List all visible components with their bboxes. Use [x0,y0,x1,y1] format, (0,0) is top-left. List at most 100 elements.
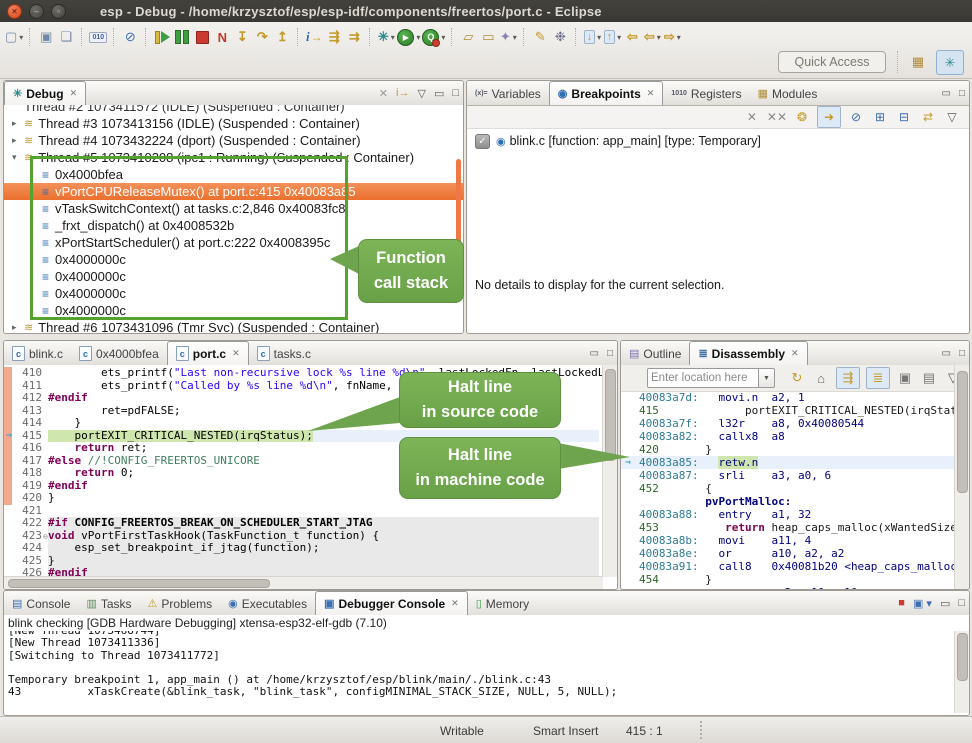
window-close-icon[interactable]: ✕ [7,4,22,19]
close-icon[interactable]: ✕ [451,598,459,609]
show-debug-context-button[interactable]: i→ [305,27,323,47]
disassembly-line[interactable]: 40083a8b: movi a11, 4 [621,534,955,547]
console-vscroll-thumb[interactable] [957,633,968,681]
save-button[interactable]: ▣ [37,27,55,47]
terminate-console-button[interactable]: ■ [898,597,905,609]
close-icon[interactable]: ✕ [791,348,799,359]
disassembly-line[interactable]: 40083a91: call8 0x40081b20 <heap_caps_ma… [621,560,955,573]
tree-row-clipped[interactable]: Thread #2 1073411572 (IDLE) (Suspended :… [4,105,463,115]
disassembly-line[interactable]: 40083a8e: or a10, a2, a2 [621,547,955,560]
step-into-button[interactable]: ↧ [233,27,251,47]
profile-button[interactable]: Q▾ [422,27,445,47]
step-over-button[interactable]: ↷ [253,27,271,47]
disassembly-line[interactable]: pvPortMalloc: [621,495,955,508]
show-source-icon[interactable]: ≣ [866,367,890,389]
tab-executables[interactable]: ◉Executables [220,592,315,615]
editor-line[interactable]: 425} [4,555,617,568]
new-project-button[interactable]: ▱ [459,27,477,47]
show-debug-context-icon[interactable]: i→ [396,87,409,99]
tab-memory[interactable]: ▯Memory [468,592,537,615]
console-vscrollbar[interactable] [954,631,969,713]
stack-frame-row[interactable]: ≡_frxt_dispatch() at 0x4008532b [4,217,463,234]
skip-all-breakpoints-button[interactable]: ⊘ [847,107,865,127]
open-project-button[interactable]: ▭ [479,27,497,47]
tab-port-c[interactable]: cport.c✕ [167,341,249,365]
location-input[interactable]: Enter location here [647,368,759,388]
collapse-all-button[interactable]: ⊟ [895,107,913,127]
disassembly-line[interactable]: 452 { [621,482,955,495]
maximize-icon[interactable]: □ [607,348,613,359]
tab-variables[interactable]: (x)=Variables [467,82,549,105]
line-number[interactable]: 414 [12,417,48,430]
pin-view-icon[interactable]: ▤ [920,368,938,388]
terminate-button[interactable] [193,27,211,47]
editor-line[interactable]: 423void vPortFirstTaskHook(TaskFunction_… [4,530,617,543]
tree-expand-icon[interactable]: ▸ [12,118,24,129]
skip-all-breakpoints-button[interactable]: ⊘ [121,27,139,47]
previous-annotation-button[interactable]: ↑▾ [603,27,621,47]
open-perspective-button[interactable]: ▦ [905,50,931,73]
disassembly-line[interactable]: or a2, a10, a10 [621,586,955,589]
minimize-icon[interactable]: ▭ [942,88,951,99]
search-button[interactable]: ❉ [551,27,569,47]
last-edit-location-button[interactable]: ⇦ [623,27,641,47]
disassembly-listing[interactable]: 40083a7d: movi.n a2, 1415 portEXIT_CRITI… [621,391,955,589]
disassembly-line[interactable]: 40083a88: entry a1, 32 [621,508,955,521]
save-all-button[interactable]: ❏ [57,27,75,47]
editor-hscroll-thumb[interactable] [8,579,270,588]
breakpoint-checkbox[interactable]: ✓ [475,134,490,149]
new-file-button[interactable]: ✎ [531,27,549,47]
disassembly-line[interactable]: 40083a82: callx8 a8 [621,430,955,443]
breakpoint-row[interactable]: ✓ ◉ blink.c [function: app_main] [type: … [475,132,969,150]
suspend-button[interactable] [173,27,191,47]
editor-line[interactable]: 424 esp_set_breakpoint_if_jtag(function)… [4,542,617,555]
minimize-icon[interactable]: ▭ [590,348,599,359]
forward-button[interactable]: ⇨▾ [663,27,681,47]
editor-line[interactable]: 421 [4,505,617,518]
remove-breakpoint-button[interactable]: ✕ [743,107,761,127]
disassembly-line[interactable]: 40083a85: retw.n⇒ [621,456,955,469]
tab-outline[interactable]: ▤Outline [621,342,689,365]
tab-console[interactable]: ▤Console [4,592,78,615]
tab-breakpoints[interactable]: ◉Breakpoints✕ [549,81,664,105]
tree-expand-icon[interactable]: ▸ [12,135,24,146]
window-minimize-icon[interactable]: – [29,4,44,19]
close-icon[interactable]: ✕ [232,348,240,359]
line-number[interactable]: 424 [12,542,48,555]
tab-0x4000bfea[interactable]: c0x4000bfea [71,342,167,365]
tab-blink-c[interactable]: cblink.c [4,342,71,365]
editor-line[interactable]: 422#if CONFIG_FREERTOS_BREAK_ON_SCHEDULE… [4,517,617,530]
debug-button[interactable]: ✳▾ [377,27,395,47]
tree-expand-icon[interactable]: ▾ [12,152,24,163]
view-menu-icon[interactable]: ▽ [417,87,425,100]
line-number[interactable]: 422 [12,517,48,530]
maximize-icon[interactable]: □ [959,348,965,359]
editor-vscrollbar[interactable] [602,365,617,577]
console-output[interactable]: [New Thread 1073468744][New Thread 10734… [8,631,953,713]
line-number[interactable]: 410 [12,367,48,380]
line-number[interactable]: 412 [12,392,48,405]
disassembly-line[interactable]: 453 return heap_caps_malloc(xWantedSize [621,521,955,534]
thread-row[interactable]: ▾≋Thread #5 1073410208 (ipc1 : Running) … [4,149,463,166]
tree-expand-icon[interactable]: ▸ [12,322,24,333]
tab-tasks[interactable]: ▥Tasks [78,592,139,615]
view-menu-icon[interactable]: ▽ [943,107,961,127]
minimize-icon[interactable]: ▭ [940,597,950,610]
disassembly-line[interactable]: 40083a87: srli a3, a0, 6 [621,469,955,482]
stack-frame-row[interactable]: ≡vPortCPUReleaseMutex() at port.c:415 0x… [4,183,463,200]
refresh-view-icon[interactable]: ↻ [788,368,806,388]
maximize-icon[interactable]: □ [452,87,459,99]
disassembly-line[interactable]: 420 } [621,443,955,456]
tab-disassembly[interactable]: ≣Disassembly✕ [689,341,807,365]
quick-access-button[interactable]: Quick Access [778,51,886,73]
open-new-view-icon[interactable]: ▣ [896,368,914,388]
location-dropdown-icon[interactable]: ▼ [759,368,775,388]
run-button[interactable]: ▶▾ [397,27,420,47]
line-number[interactable]: 418 [12,467,48,480]
instruction-step-mode-button[interactable]: ⇉ [345,27,363,47]
group-by-button[interactable]: ⇄ [919,107,937,127]
resume-button[interactable] [153,27,171,47]
debug-perspective-button[interactable]: ✳ [936,50,964,75]
show-breakpoints-supported-button[interactable]: ❂ [793,107,811,127]
line-number[interactable]: 416 [12,442,48,455]
